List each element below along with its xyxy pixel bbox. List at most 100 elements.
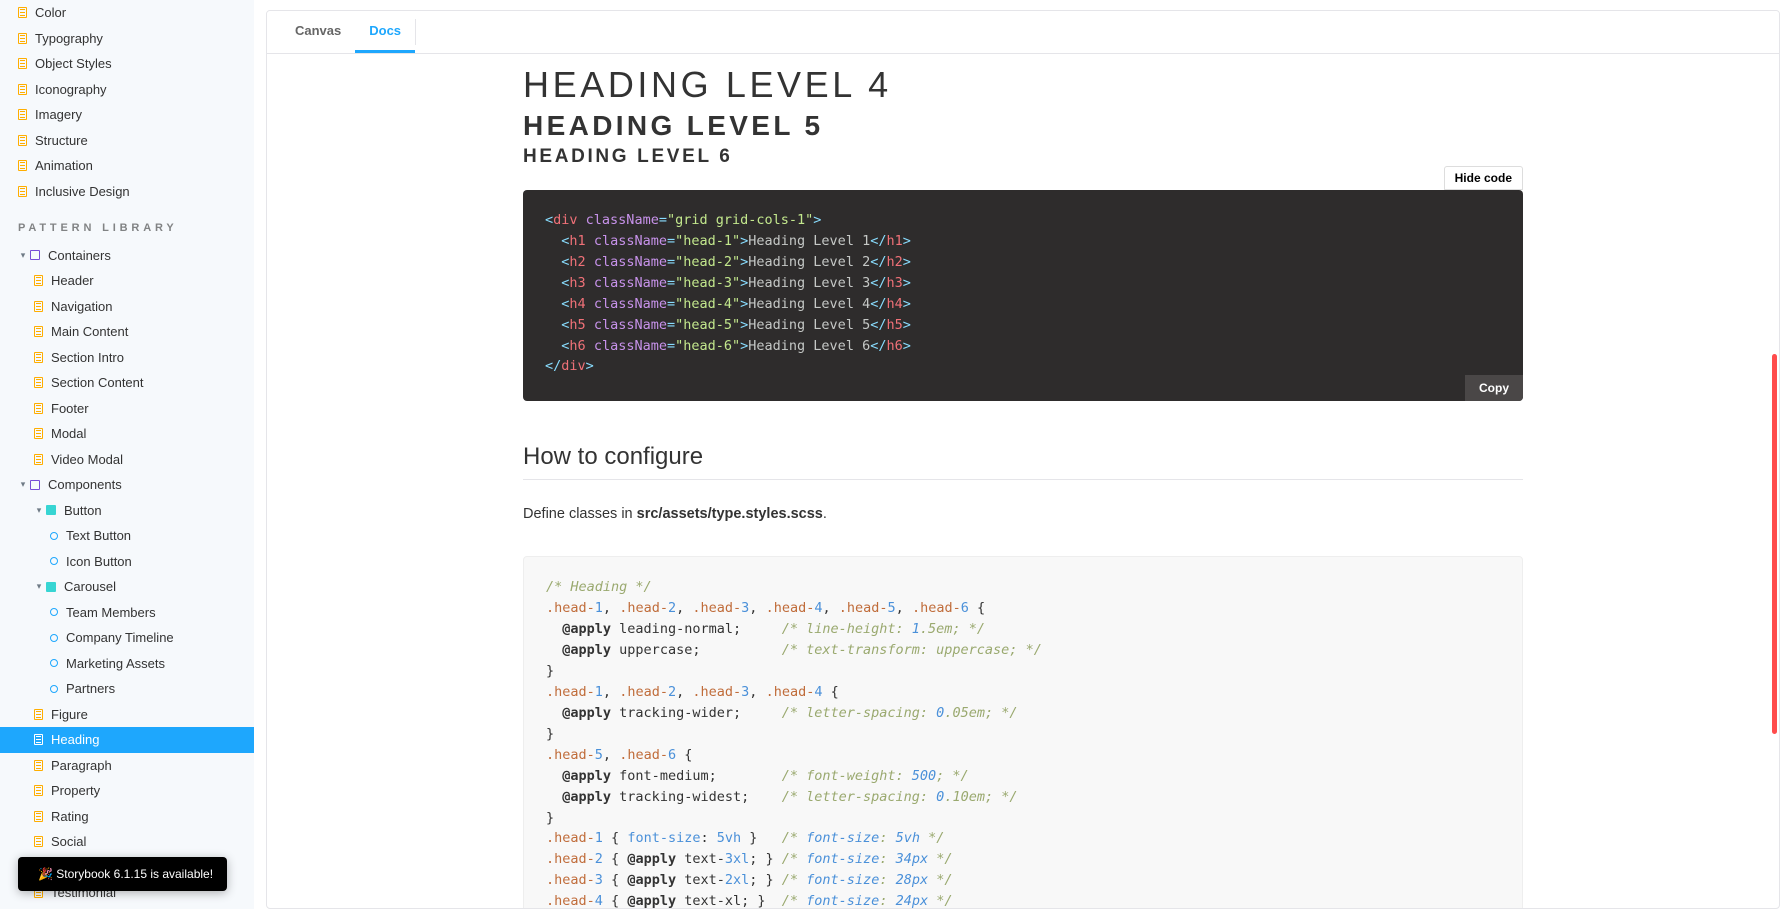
i-doc-icon xyxy=(18,160,27,171)
i-doc-icon xyxy=(18,135,27,146)
i-doc-icon xyxy=(34,403,43,414)
section-paragraph: Define classes in src/assets/type.styles… xyxy=(523,506,1523,522)
code-block-html[interactable]: <div className="grid grid-cols-1"> <h1 c… xyxy=(523,190,1523,401)
sidebar-item-footer[interactable]: Footer xyxy=(0,396,254,422)
sidebar-item-label: Property xyxy=(51,781,100,801)
i-story-icon xyxy=(50,685,58,693)
sidebar-item-label: Marketing Assets xyxy=(66,654,165,674)
sidebar-item-label: Header xyxy=(51,271,94,291)
sidebar-item-label: Partners xyxy=(66,679,115,699)
sidebar-item-label: Section Intro xyxy=(51,348,124,368)
sidebar-story-marketing-assets[interactable]: Marketing Assets xyxy=(0,651,254,677)
sidebar-story-team-members[interactable]: Team Members xyxy=(0,600,254,626)
sidebar-item-label: Structure xyxy=(35,131,88,151)
sidebar-item-label: Carousel xyxy=(64,577,116,597)
sidebar-item-label: Section Content xyxy=(51,373,144,393)
sidebar-comp-carousel[interactable]: ▾Carousel xyxy=(0,574,254,600)
heading-level-6: HEADING LEVEL 6 xyxy=(523,146,1523,168)
i-doc-icon xyxy=(34,760,43,771)
sidebar: ColorTypographyObject StylesIconographyI… xyxy=(0,0,254,909)
sidebar-item-rating[interactable]: Rating xyxy=(0,804,254,830)
sidebar-item-label: Text Button xyxy=(66,526,131,546)
sidebar-section-heading: PATTERN LIBRARY xyxy=(0,204,254,243)
i-doc-icon xyxy=(34,836,43,847)
sidebar-item-label: Icon Button xyxy=(66,552,132,572)
i-story-icon xyxy=(50,532,58,540)
hide-code-button[interactable]: Hide code xyxy=(1444,166,1523,190)
sidebar-story-partners[interactable]: Partners xyxy=(0,676,254,702)
i-doc-icon xyxy=(34,811,43,822)
sidebar-item-label: Containers xyxy=(48,246,111,266)
sidebar-item-label: Imagery xyxy=(35,105,82,125)
heading-level-4: HEADING LEVEL 4 xyxy=(523,64,1523,106)
copy-button[interactable]: Copy xyxy=(1465,375,1523,401)
para-text-2: . xyxy=(823,506,827,522)
sidebar-item-typography[interactable]: Typography xyxy=(0,26,254,52)
sidebar-item-figure[interactable]: Figure xyxy=(0,702,254,728)
sidebar-item-social[interactable]: Social xyxy=(0,829,254,855)
sidebar-item-video-modal[interactable]: Video Modal xyxy=(0,447,254,473)
sidebar-item-paragraph[interactable]: Paragraph xyxy=(0,753,254,779)
sidebar-item-label: Rating xyxy=(51,807,89,827)
i-doc-icon xyxy=(34,709,43,720)
i-doc-icon xyxy=(18,33,27,44)
sidebar-item-modal[interactable]: Modal xyxy=(0,421,254,447)
sidebar-story-icon-button[interactable]: Icon Button xyxy=(0,549,254,575)
i-doc-icon xyxy=(34,377,43,388)
sidebar-story-company-timeline[interactable]: Company Timeline xyxy=(0,625,254,651)
sidebar-item-label: Object Styles xyxy=(35,54,112,74)
sidebar-item-animation[interactable]: Animation xyxy=(0,153,254,179)
para-path: src/assets/type.styles.scss xyxy=(637,506,823,522)
sidebar-item-label: Modal xyxy=(51,424,86,444)
sidebar-item-object-styles[interactable]: Object Styles xyxy=(0,51,254,77)
i-doc-icon xyxy=(34,326,43,337)
sidebar-item-label: Main Content xyxy=(51,322,128,342)
para-text: Define classes in xyxy=(523,506,637,522)
sidebar-item-label: Components xyxy=(48,475,122,495)
sidebar-item-section-content[interactable]: Section Content xyxy=(0,370,254,396)
tab-bar: Canvas Docs xyxy=(267,11,1779,54)
sidebar-item-label: Paragraph xyxy=(51,756,112,776)
sidebar-folder-components[interactable]: ▾Components xyxy=(0,472,254,498)
i-doc-icon xyxy=(18,7,27,18)
i-doc-icon xyxy=(18,109,27,120)
sidebar-item-imagery[interactable]: Imagery xyxy=(0,102,254,128)
i-doc-icon xyxy=(18,84,27,95)
i-story-icon xyxy=(50,634,58,642)
scroll-indicator[interactable] xyxy=(1772,354,1777,734)
sidebar-item-header[interactable]: Header xyxy=(0,268,254,294)
sidebar-item-color[interactable]: Color xyxy=(0,0,254,26)
doc-body[interactable]: HEADING LEVEL 4 HEADING LEVEL 5 HEADING … xyxy=(267,54,1779,908)
code-block-scss[interactable]: /* Heading */ .head-1, .head-2, .head-3,… xyxy=(523,556,1523,908)
sidebar-item-navigation[interactable]: Navigation xyxy=(0,294,254,320)
i-comp-icon xyxy=(46,582,56,592)
i-folder-icon xyxy=(30,250,40,260)
sidebar-item-property[interactable]: Property xyxy=(0,778,254,804)
i-doc-icon xyxy=(34,275,43,286)
sidebar-folder-containers[interactable]: ▾Containers xyxy=(0,243,254,269)
update-toast[interactable]: 🎉 Storybook 6.1.15 is available! xyxy=(18,857,227,891)
i-doc-icon xyxy=(34,454,43,465)
sidebar-item-inclusive-design[interactable]: Inclusive Design xyxy=(0,179,254,205)
tab-docs[interactable]: Docs xyxy=(355,11,415,53)
heading-level-5: HEADING LEVEL 5 xyxy=(523,110,1523,142)
i-story-icon xyxy=(50,659,58,667)
i-doc-icon xyxy=(34,301,43,312)
sidebar-item-section-intro[interactable]: Section Intro xyxy=(0,345,254,371)
sidebar-story-text-button[interactable]: Text Button xyxy=(0,523,254,549)
i-doc-icon xyxy=(34,734,43,745)
tab-separator xyxy=(415,19,416,45)
sidebar-item-label: Animation xyxy=(35,156,93,176)
sidebar-item-heading[interactable]: Heading xyxy=(0,727,254,753)
sidebar-item-structure[interactable]: Structure xyxy=(0,128,254,154)
sidebar-item-label: Company Timeline xyxy=(66,628,174,648)
i-comp-icon xyxy=(46,505,56,515)
sidebar-comp-button[interactable]: ▾Button xyxy=(0,498,254,524)
sidebar-item-label: Footer xyxy=(51,399,89,419)
sidebar-item-label: Navigation xyxy=(51,297,112,317)
sidebar-item-iconography[interactable]: Iconography xyxy=(0,77,254,103)
tab-canvas[interactable]: Canvas xyxy=(281,11,355,53)
sidebar-item-main-content[interactable]: Main Content xyxy=(0,319,254,345)
sidebar-item-label: Social xyxy=(51,832,86,852)
i-story-icon xyxy=(50,557,58,565)
